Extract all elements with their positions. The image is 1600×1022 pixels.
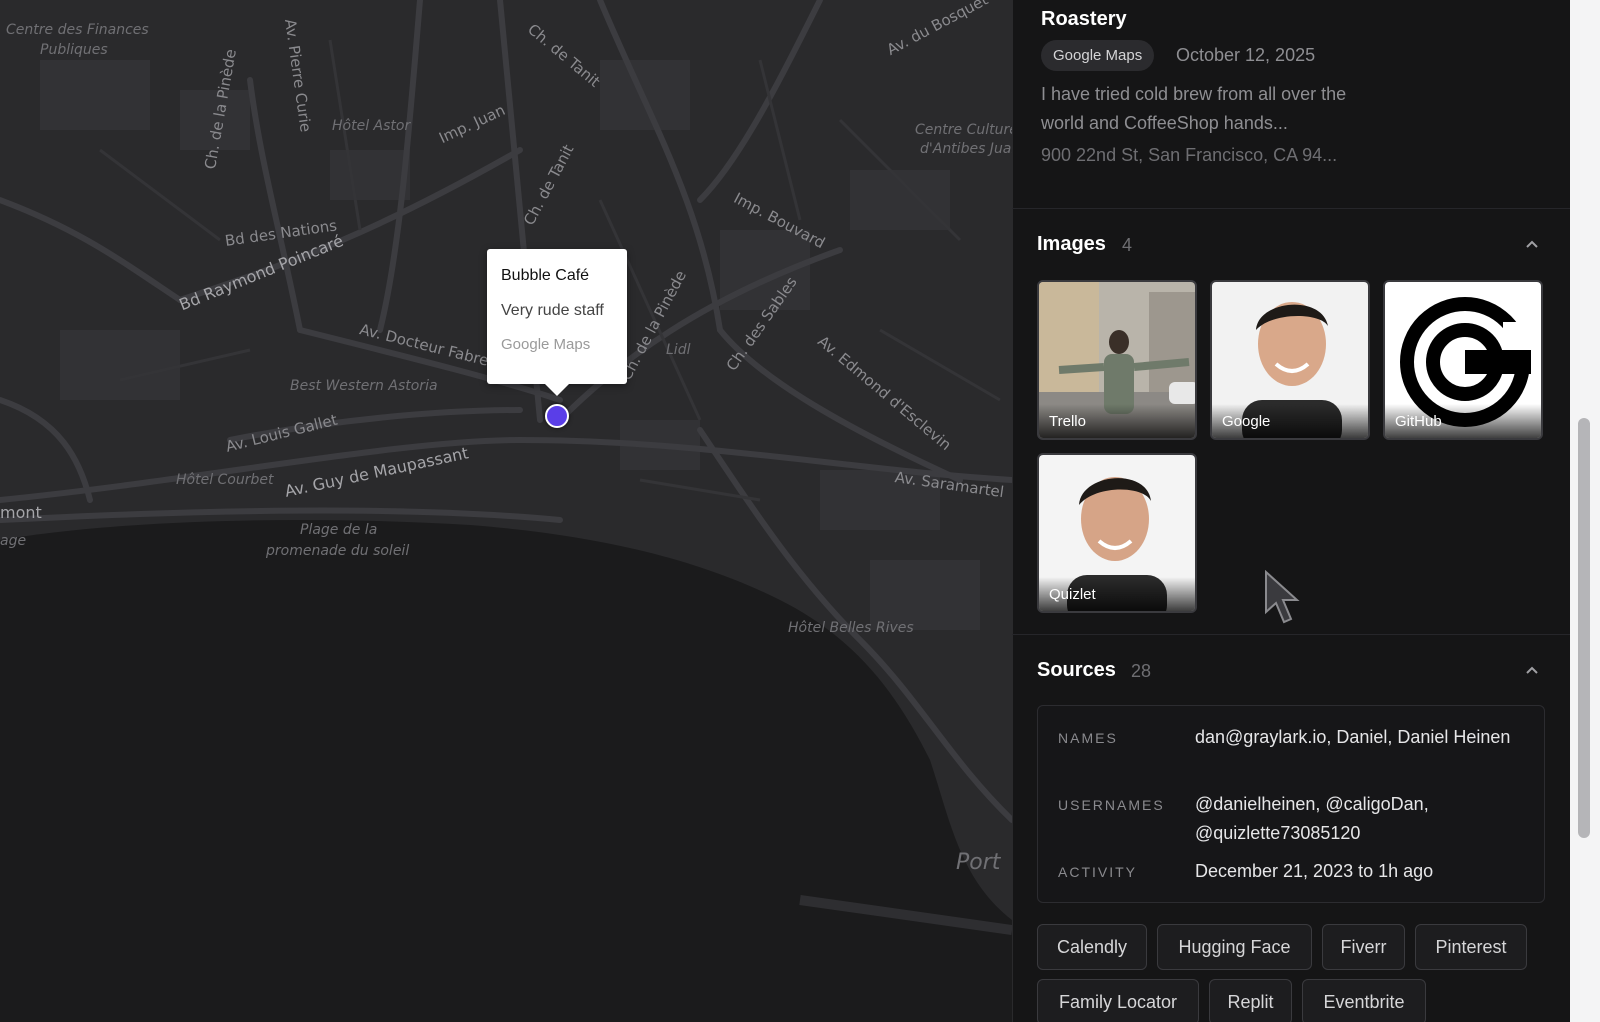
scrollbar-thumb[interactable] [1578, 418, 1590, 838]
map-label: Best Western Astoria [290, 378, 438, 394]
source-tag-fiverr[interactable]: Fiverr [1322, 924, 1405, 970]
popup-source: Google Maps [501, 336, 591, 353]
place-title: Roastery [1041, 8, 1127, 30]
names-value: dan@graylark.io, Daniel, Daniel Heinen [1195, 727, 1511, 747]
map-label: Hôtel Belles Rives [788, 620, 914, 636]
source-tag-family-locator[interactable]: Family Locator [1037, 979, 1199, 1022]
map-label: d'Antibes Juan [920, 141, 1012, 157]
map-label: Centre Culturel [915, 122, 1012, 138]
map-label: Hôtel Astor [332, 118, 411, 134]
app-root: Centre des Finances Publiques Av. Pierre… [0, 0, 1600, 1022]
section-divider [1012, 208, 1570, 209]
sources-count: 28 [1131, 661, 1152, 681]
activity-value: December 21, 2023 to 1h ago [1195, 861, 1434, 881]
names-key: NAMES [1058, 730, 1118, 746]
thumb-caption: GitHub [1385, 404, 1541, 438]
map-label: mont [0, 503, 42, 522]
map-view[interactable]: Centre des Finances Publiques Av. Pierre… [0, 0, 1012, 1022]
map-label: Lidl [666, 342, 691, 358]
usernames-key: USERNAMES [1058, 797, 1165, 813]
source-chip[interactable]: Google Maps [1041, 40, 1155, 71]
image-thumb-quizlet[interactable]: Quizlet [1037, 453, 1197, 613]
mouse-cursor-icon [1265, 570, 1300, 624]
map-popup[interactable]: Bubble Café Very rude staff Google Maps [487, 249, 627, 396]
thumb-caption: Google [1212, 404, 1368, 438]
image-thumb-google[interactable]: Google [1210, 280, 1370, 440]
section-divider [1012, 634, 1570, 635]
map-label: Centre des Finances [6, 22, 149, 38]
thumb-label: GitHub [1395, 413, 1442, 430]
map-label: age [0, 533, 27, 549]
place-address: 900 22nd St, San Francisco, CA 94... [1041, 145, 1338, 165]
thumb-caption: Trello [1039, 404, 1195, 438]
map-label: promenade du soleil [266, 543, 410, 559]
map-label: Plage de la [300, 522, 378, 538]
popup-text: Very rude staff [501, 302, 604, 319]
images-section-title: Images [1037, 233, 1106, 255]
place-description: I have tried cold brew from all over the… [1041, 84, 1347, 133]
map-label: Port [956, 850, 1001, 875]
source-tag-calendly[interactable]: Calendly [1037, 924, 1147, 970]
image-thumb-github[interactable]: GitHub [1383, 280, 1543, 440]
chevron-up-icon[interactable] [1525, 663, 1539, 677]
thumb-label: Quizlet [1049, 586, 1096, 603]
chevron-up-icon[interactable] [1525, 237, 1539, 251]
sources-section-title: Sources [1037, 659, 1116, 681]
thumb-label: Google [1222, 413, 1271, 430]
source-tag-replit[interactable]: Replit [1209, 979, 1292, 1022]
source-tag-pinterest[interactable]: Pinterest [1415, 924, 1527, 970]
map-roads [0, 0, 1012, 1022]
popup-title: Bubble Café [501, 267, 590, 284]
thumb-label: Trello [1049, 413, 1086, 430]
map-label: Publiques [40, 42, 108, 58]
map-label: Hôtel Courbet [176, 472, 274, 488]
thumb-caption: Quizlet [1039, 577, 1195, 611]
source-tag-eventbrite[interactable]: Eventbrite [1302, 979, 1426, 1022]
place-date: October 12, 2025 [1176, 45, 1316, 65]
images-count: 4 [1122, 235, 1133, 255]
location-pin[interactable] [545, 404, 569, 428]
image-thumb-trello[interactable]: Trello [1037, 280, 1197, 440]
usernames-value: @danielheinen, @caligoDan, @quizlette730… [1195, 794, 1429, 843]
source-tag-hugging-face[interactable]: Hugging Face [1157, 924, 1312, 970]
activity-key: ACTIVITY [1058, 864, 1138, 880]
